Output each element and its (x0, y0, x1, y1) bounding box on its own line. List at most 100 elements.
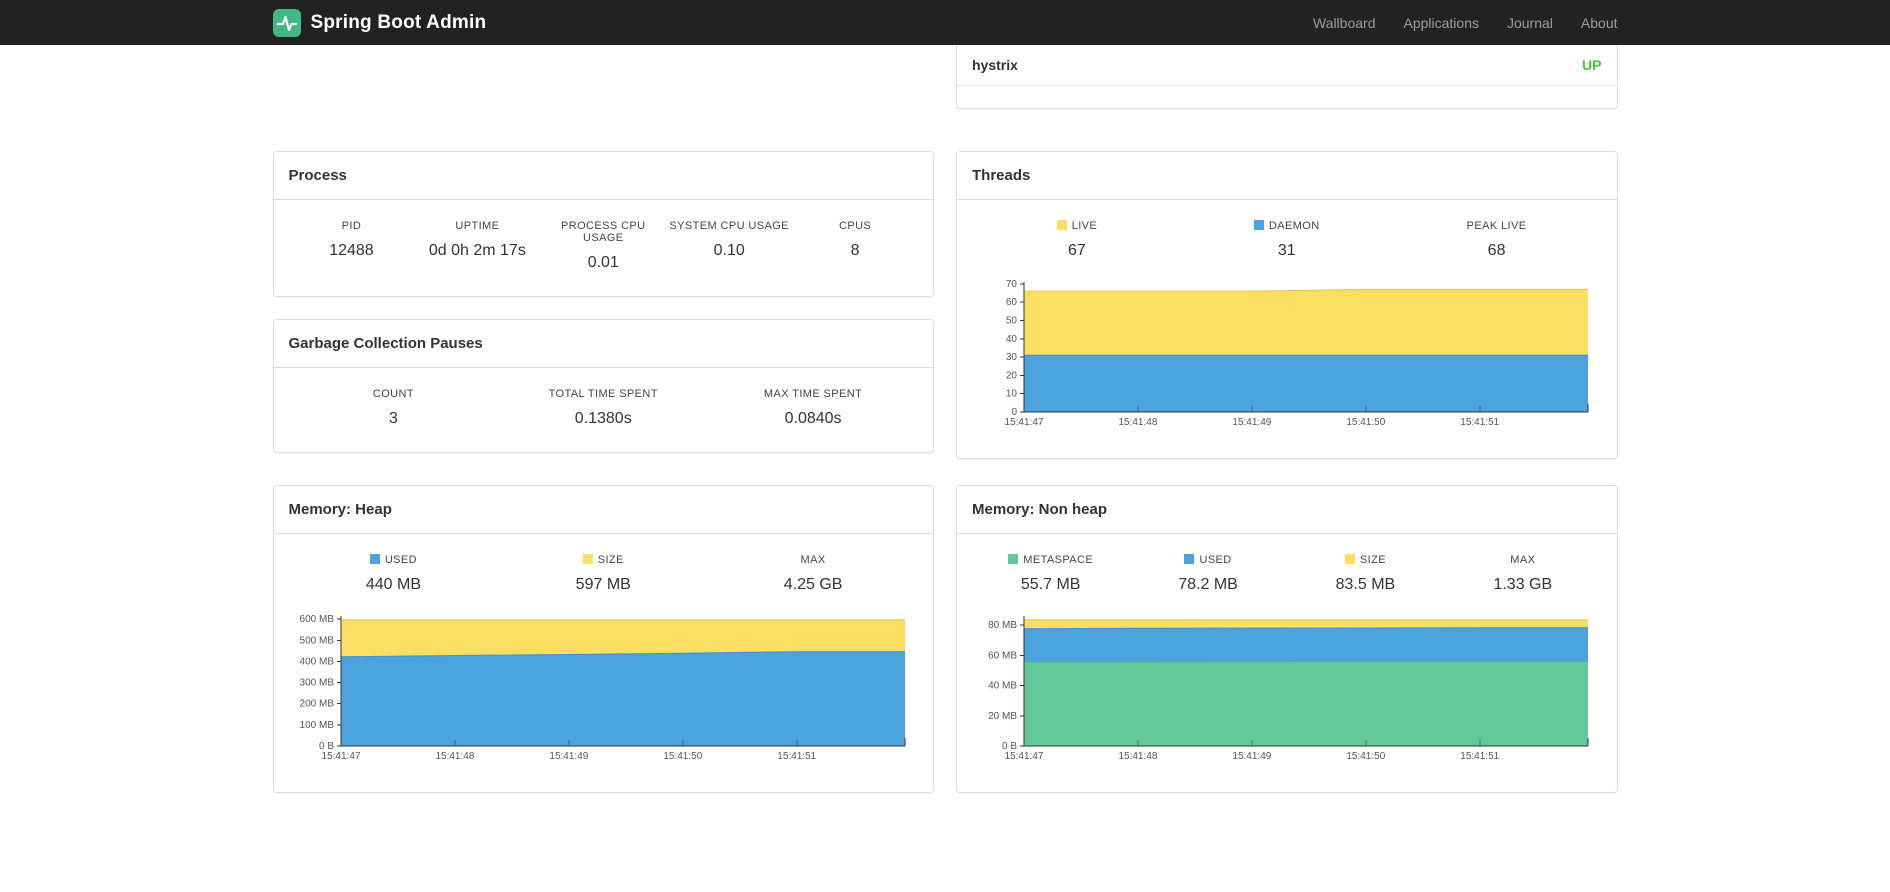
metric: SIZE 597 MB (498, 554, 708, 594)
metric: METASPACE 55.7 MB (972, 554, 1129, 594)
nonheap-legend: METASPACE 55.7 MB USED 78.2 MB SIZE 83.5… (972, 554, 1602, 594)
heap-legend: USED 440 MB SIZE 597 MB MAX 4.25 GB (289, 554, 919, 594)
metric-label: SIZE (498, 554, 708, 566)
metric-label: MAX (800, 554, 826, 566)
metric-value: 1.33 GB (1493, 576, 1553, 593)
metric: MAX 1.33 GB (1444, 554, 1601, 594)
svg-text:40: 40 (1006, 334, 1018, 345)
svg-text:15:41:49: 15:41:49 (1232, 417, 1271, 428)
metric-value: 55.7 MB (1020, 576, 1081, 593)
memory-nonheap-chart: 0 B 20 MB 40 MB 60 MB 80 MB 15:41:47 15:41:48 1… (972, 608, 1602, 768)
legend-swatch-icon (1253, 220, 1264, 230)
svg-text:500 MB: 500 MB (299, 635, 334, 646)
svg-text:15:41:51: 15:41:51 (1460, 751, 1499, 762)
metric: SIZE 83.5 MB (1287, 554, 1444, 594)
metric-value: 597 MB (575, 576, 631, 593)
brand-title: Spring Boot Admin (310, 11, 487, 33)
memory-heap-chart: 0 B 100 MB 200 MB 300 MB 400 MB 500 MB 600 MB 1… (289, 608, 919, 768)
legend-swatch-icon (369, 554, 380, 564)
brand-link[interactable]: Spring Boot Admin (272, 8, 487, 37)
svg-text:40 MB: 40 MB (988, 681, 1017, 692)
svg-text:20: 20 (1006, 370, 1018, 381)
metric: TOTAL TIME SPENT 0.1380s (498, 388, 708, 428)
panel-bottom-spacer (957, 86, 1617, 108)
application-status-row: hystrix UP (957, 45, 1617, 86)
svg-text:70: 70 (1006, 279, 1018, 290)
metric-label: UPTIME (455, 220, 500, 232)
svg-text:15:41:48: 15:41:48 (1118, 751, 1157, 762)
svg-text:15:41:51: 15:41:51 (777, 751, 816, 762)
metric-label: LIVE (972, 220, 1182, 232)
svg-text:50: 50 (1006, 315, 1018, 326)
legend-swatch-icon (1184, 554, 1195, 564)
nav-link[interactable]: Journal (1493, 15, 1567, 31)
svg-text:15:41:47: 15:41:47 (1005, 751, 1044, 762)
metric-label: PEAK LIVE (1466, 220, 1527, 232)
svg-text:80 MB: 80 MB (988, 620, 1017, 631)
metric-label: SYSTEM CPU USAGE (669, 220, 789, 232)
metric-value: 31 (1277, 242, 1296, 259)
svg-text:10: 10 (1006, 389, 1018, 400)
svg-text:15:41:51: 15:41:51 (1460, 417, 1499, 428)
metric-value: 0.10 (713, 242, 745, 259)
svg-text:15:41:50: 15:41:50 (1346, 417, 1385, 428)
metric-value: 67 (1068, 242, 1086, 259)
process-panel: Process PID 12488 UPTIME 0d 0h 2m 17s PR… (272, 151, 934, 297)
svg-text:15:41:50: 15:41:50 (1346, 751, 1385, 762)
nav-link[interactable]: Wallboard (1299, 15, 1390, 31)
metric-label: PROCESS CPU USAGE (561, 220, 646, 244)
application-name-link[interactable]: hystrix (972, 57, 1018, 73)
svg-text:15:41:47: 15:41:47 (1005, 417, 1044, 428)
metric-value: 4.25 GB (783, 576, 843, 593)
metric: PEAK LIVE 68 (1392, 220, 1602, 260)
memory-heap-panel-title: Memory: Heap (273, 486, 933, 534)
metric: LIVE 67 (972, 220, 1182, 260)
metric-label: USED (289, 554, 499, 566)
svg-text:100 MB: 100 MB (299, 720, 334, 731)
svg-text:200 MB: 200 MB (299, 699, 334, 710)
memory-heap-panel: Memory: Heap USED 440 MB SIZE 597 MB MAX… (272, 485, 934, 793)
process-metrics: PID 12488 UPTIME 0d 0h 2m 17s PROCESS CP… (289, 220, 919, 272)
nav-link[interactable]: About (1567, 15, 1618, 31)
metric: MAX TIME SPENT 0.0840s (708, 388, 918, 428)
metric: USED 78.2 MB (1129, 554, 1286, 594)
metric-value: 78.2 MB (1178, 576, 1238, 593)
svg-text:60: 60 (1006, 297, 1018, 308)
metric-label: USED (1129, 554, 1286, 566)
memory-nonheap-panel-title: Memory: Non heap (957, 486, 1617, 534)
svg-text:20 MB: 20 MB (988, 711, 1017, 722)
svg-text:15:41:48: 15:41:48 (435, 751, 474, 762)
app-logo-icon (272, 8, 301, 37)
metric-value: 83.5 MB (1335, 576, 1396, 593)
memory-nonheap-panel: Memory: Non heap METASPACE 55.7 MB USED (956, 485, 1618, 793)
metric: PROCESS CPU USAGE 0.01 (540, 220, 666, 272)
threads-panel: Threads LIVE 67 DAEMON 31 PEAK LIVE 68 0… (956, 151, 1618, 459)
metric-label: MAX TIME SPENT (763, 388, 863, 400)
svg-text:15:41:48: 15:41:48 (1118, 417, 1157, 428)
metric-value: 0.1380s (574, 410, 632, 427)
top-navbar: Spring Boot Admin Wallboard Applications… (0, 0, 1890, 45)
metric-label: METASPACE (972, 554, 1129, 566)
nav-links: Wallboard Applications Journal About (1299, 15, 1618, 31)
metric: CPUS 8 (792, 220, 918, 272)
metric: DAEMON 31 (1182, 220, 1392, 260)
metric-value: 0d 0h 2m 17s (428, 242, 526, 259)
metric-label: TOTAL TIME SPENT (548, 388, 658, 400)
metric-label: MAX (1510, 554, 1536, 566)
svg-text:60 MB: 60 MB (988, 650, 1017, 661)
metric: MAX 4.25 GB (708, 554, 918, 594)
svg-text:30: 30 (1006, 352, 1018, 363)
legend-swatch-icon (1008, 554, 1019, 564)
metric: COUNT 3 (289, 388, 499, 428)
metric: PID 12488 (289, 220, 415, 272)
nav-link[interactable]: Applications (1389, 15, 1493, 31)
main-content: hystrix UP Process PID 12488 UPTIME 0d 0… (272, 45, 1618, 865)
svg-text:15:41:47: 15:41:47 (321, 751, 360, 762)
metric-label: DAEMON (1182, 220, 1392, 232)
threads-panel-title: Threads (957, 152, 1617, 200)
process-panel-title: Process (273, 152, 933, 200)
metric-label: CPUS (838, 220, 872, 232)
svg-text:300 MB: 300 MB (299, 678, 334, 689)
legend-swatch-icon (582, 554, 593, 564)
application-status-badge: UP (1582, 57, 1602, 73)
